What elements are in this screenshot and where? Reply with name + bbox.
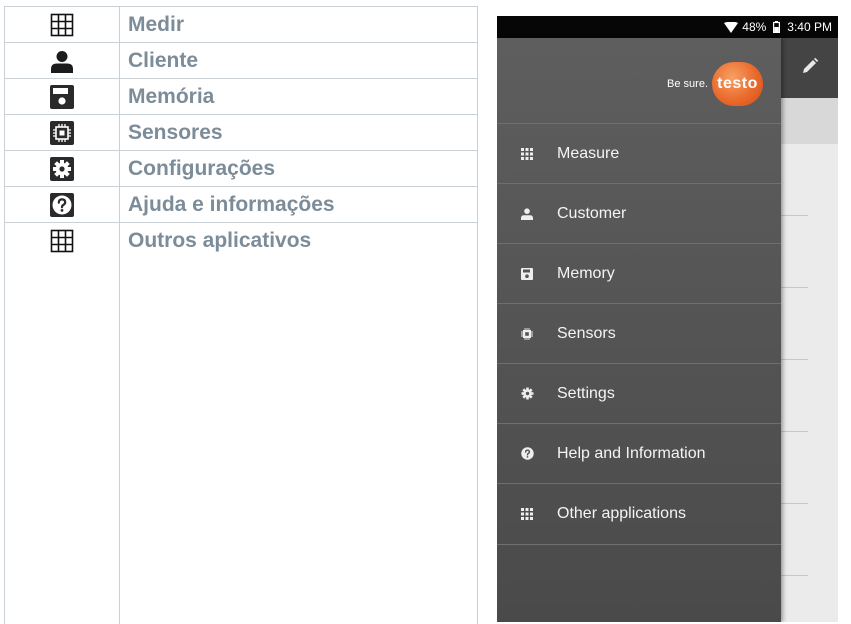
drawer-item-other-applications[interactable]: Other applications [497,483,781,543]
grid-icon [50,13,74,37]
brand-tagline: Be sure. [667,78,708,90]
chip-icon [497,327,557,340]
save-icon [50,85,74,109]
legend-row-help: Ajuda e informações [5,186,477,223]
legend-label: Outros aplicativos [128,229,312,252]
list-divider [781,287,808,288]
list-divider [781,503,808,504]
list-divider [781,359,808,360]
grid-icon [497,507,557,520]
legend-label: Ajuda e informações [128,193,335,216]
drawer-item-label: Memory [557,264,615,282]
drawer-item-label: Measure [557,144,620,162]
legend-row-memory: Memória [5,78,477,115]
drawer-item-label: Sensors [557,324,616,342]
grid-icon [497,147,557,160]
battery-icon [773,21,781,33]
drawer-item-label: Settings [557,384,615,402]
list-divider [781,431,808,432]
app-toolbar [781,38,838,98]
phone-screenshot: 48% 3:40 PM Be sure. testo Measure Custo… [497,16,838,622]
icon-legend-table: Medir Cliente Memória Sensores Configura… [4,6,478,624]
drawer-item-sensors[interactable]: Sensors [497,303,781,363]
list-divider [781,575,808,576]
save-icon [497,267,557,280]
person-icon [497,207,557,220]
list-divider [781,215,808,216]
drawer-item-help[interactable]: Help and Information [497,423,781,483]
gear-icon [50,157,74,181]
wifi-icon [724,21,739,33]
drawer-item-label: Customer [557,204,627,222]
navigation-drawer: Be sure. testo Measure Customer Memory S… [497,38,781,622]
battery-level: 48% [742,20,767,34]
legend-row-customer: Cliente [5,42,477,79]
legend-label: Configurações [128,157,276,180]
legend-row-sensors: Sensores [5,114,477,151]
status-bar: 48% 3:40 PM [497,16,838,38]
grid-icon [50,229,74,253]
help-icon [50,193,74,217]
testo-logo: testo [712,62,763,106]
drawer-item-measure[interactable]: Measure [497,123,781,183]
legend-label: Memória [128,85,215,108]
edit-icon[interactable] [801,57,819,80]
chip-icon [50,121,74,145]
drawer-divider [497,544,781,545]
drawer-item-customer[interactable]: Customer [497,183,781,243]
legend-row-settings: Configurações [5,150,477,187]
clock: 3:40 PM [787,20,832,34]
drawer-item-settings[interactable]: Settings [497,363,781,423]
app-subheader [781,98,838,144]
drawer-item-label: Other applications [557,504,686,522]
drawer-item-label: Help and Information [557,444,706,462]
legend-label: Medir [128,13,185,36]
legend-row-other-apps: Outros aplicativos [5,222,477,259]
help-icon [497,447,557,460]
legend-label: Sensores [128,121,223,144]
brand-logo: Be sure. testo [667,62,763,106]
gear-icon [497,387,557,400]
drawer-header: Be sure. testo [497,38,781,123]
drawer-item-memory[interactable]: Memory [497,243,781,303]
legend-label: Cliente [128,49,199,72]
person-icon [50,49,74,73]
legend-row-measure: Medir [5,6,477,43]
